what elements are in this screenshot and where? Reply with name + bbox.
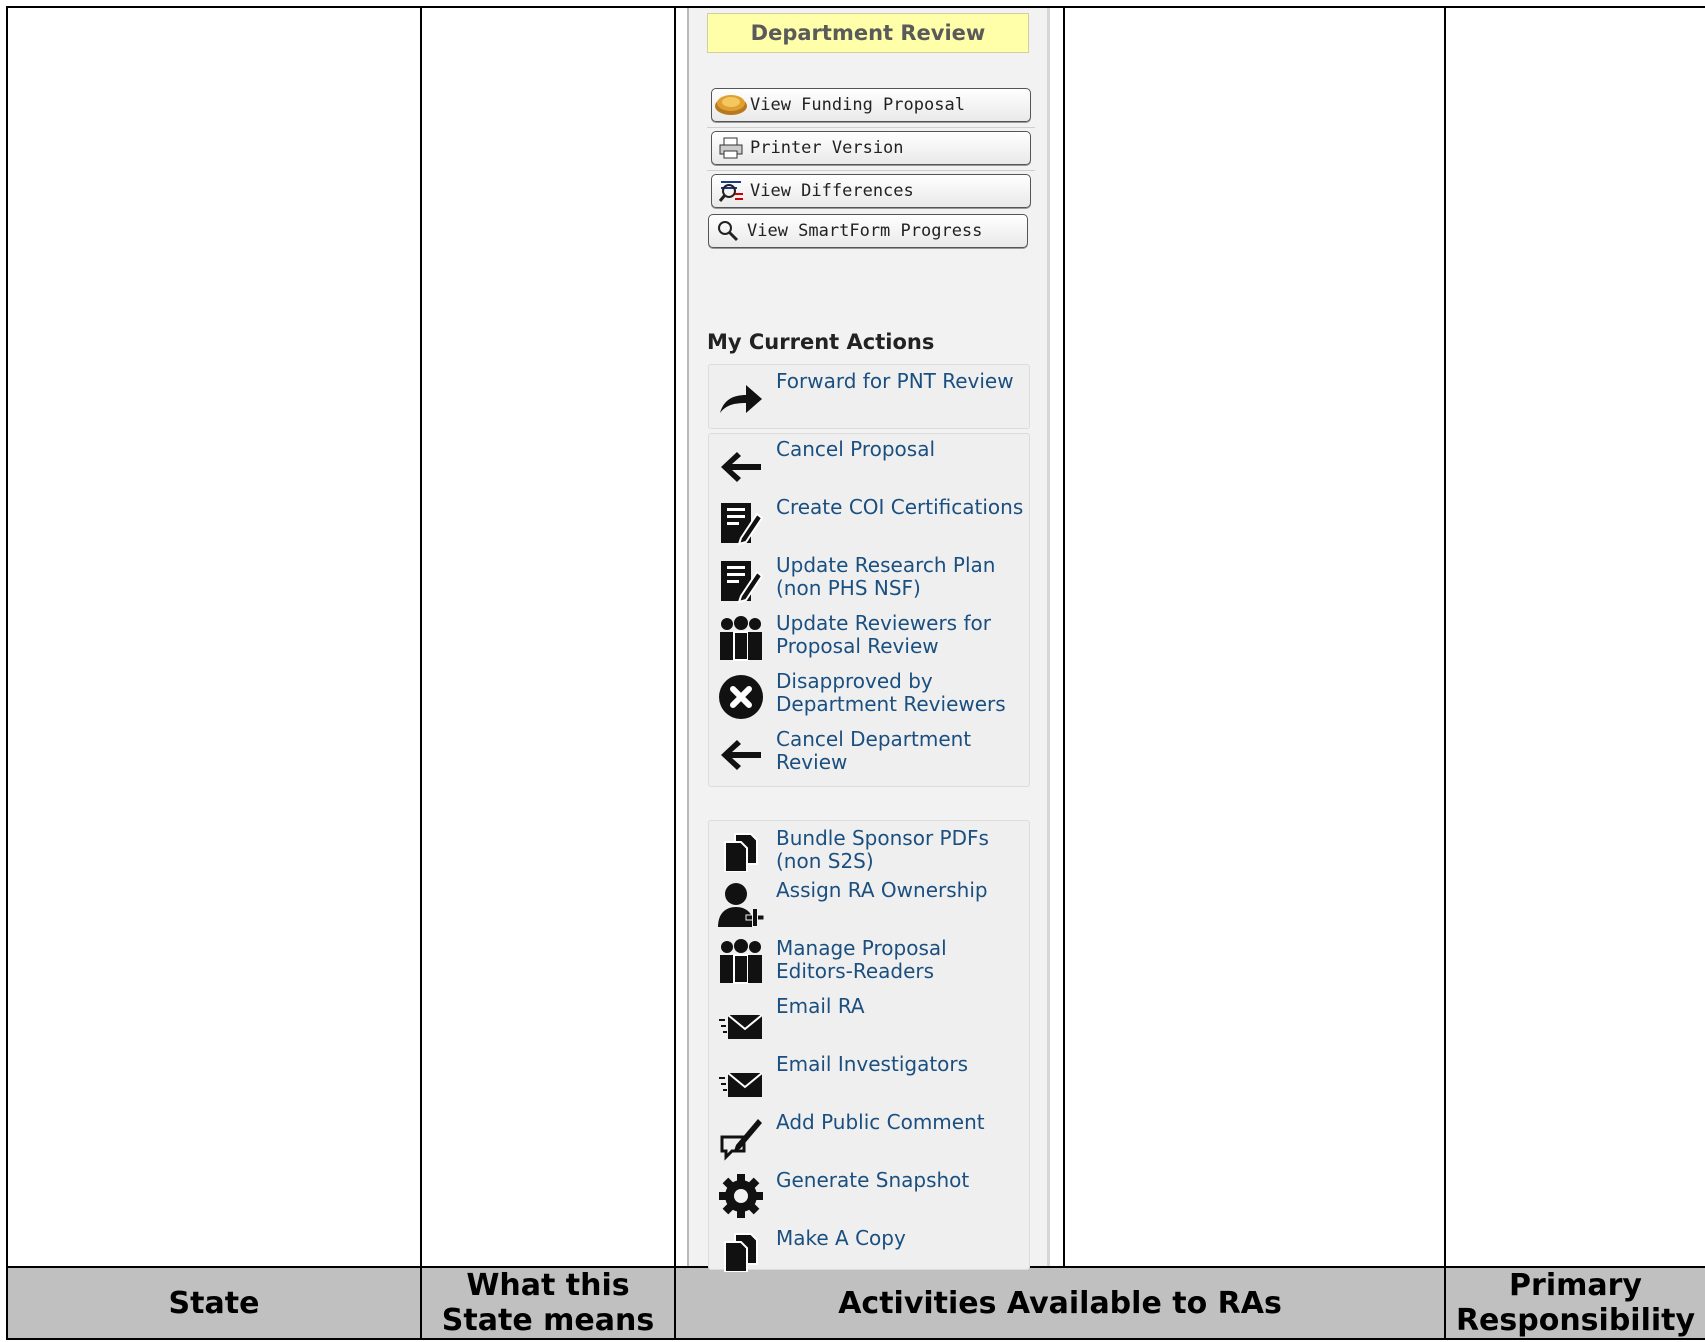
button-label: View Funding Proposal <box>750 95 965 115</box>
back-arrow-icon <box>716 442 766 492</box>
column-divider <box>1063 6 1065 1268</box>
header-activities: Activities Available to RAs <box>838 1285 1282 1321</box>
action-label: Manage Proposal Editors-Readers <box>776 936 947 983</box>
view-differences-button[interactable]: View Differences <box>711 174 1031 208</box>
view-funding-proposal-button[interactable]: View Funding Proposal <box>711 88 1031 122</box>
back-arrow-icon <box>716 730 766 780</box>
action-create-coi-certifications[interactable]: Create COI Certifications <box>708 494 1030 550</box>
action-label: Email Investigators <box>776 1052 969 1076</box>
action-assign-ra-ownership[interactable]: Assign RA Ownership <box>708 877 1030 929</box>
divider <box>707 170 1035 171</box>
action-update-reviewers[interactable]: Update Reviewers for Proposal Review <box>708 610 1030 666</box>
table-bottom-border <box>6 1338 1705 1340</box>
action-label: Disapproved by Department Reviewers <box>776 669 1006 716</box>
add-user-icon <box>716 881 766 931</box>
column-divider <box>420 6 422 1340</box>
form-edit-icon <box>716 498 766 548</box>
button-label: Printer Version <box>750 138 904 158</box>
documents-icon <box>716 1227 766 1277</box>
action-label: Email RA <box>776 994 865 1018</box>
action-update-research-plan[interactable]: Update Research Plan (non PHS NSF) <box>708 552 1030 608</box>
gear-icon <box>716 1171 766 1221</box>
panel-edge <box>1047 8 1050 1266</box>
action-label: Update Reviewers for Proposal Review <box>776 611 991 658</box>
people-group-icon <box>716 614 766 664</box>
action-label: Bundle Sponsor PDFs (non S2S) <box>776 826 989 873</box>
action-email-ra[interactable]: Email RA <box>708 993 1030 1049</box>
button-label: View Differences <box>750 181 914 201</box>
action-add-public-comment[interactable]: Add Public Comment <box>708 1109 1030 1165</box>
header-primary-responsibility: Primary Responsibility <box>1455 1268 1696 1338</box>
form-edit-icon <box>716 556 766 606</box>
differences-icon <box>712 179 750 203</box>
state-title: Department Review <box>707 13 1029 53</box>
view-smartform-progress-button[interactable]: View SmartForm Progress <box>708 214 1028 248</box>
action-label: Cancel Department Review <box>776 727 972 774</box>
action-make-a-copy[interactable]: Make A Copy <box>708 1225 1030 1272</box>
magnifier-icon <box>709 219 747 243</box>
action-label: Assign RA Ownership <box>776 878 988 902</box>
printer-version-button[interactable]: Printer Version <box>711 131 1031 165</box>
email-icon <box>716 1059 766 1109</box>
email-icon <box>716 1001 766 1051</box>
header-what-means: What this State means <box>441 1268 655 1338</box>
action-generate-snapshot[interactable]: Generate Snapshot <box>708 1167 1030 1223</box>
action-label: Cancel Proposal <box>776 437 936 461</box>
action-cancel-department-review[interactable]: Cancel Department Review <box>708 726 1030 782</box>
documents-icon <box>716 827 766 877</box>
column-divider <box>1444 6 1446 1340</box>
header-state: State <box>168 1285 260 1321</box>
action-label: Create COI Certifications <box>776 495 1024 519</box>
action-email-investigators[interactable]: Email Investigators <box>708 1051 1030 1107</box>
column-divider <box>674 6 676 1340</box>
forward-arrow-icon <box>716 374 766 424</box>
action-label: Generate Snapshot <box>776 1168 970 1192</box>
action-label: Make A Copy <box>776 1226 906 1250</box>
action-manage-proposal-editors-readers[interactable]: Manage Proposal Editors-Readers <box>708 935 1030 991</box>
table-left-border <box>6 6 8 1340</box>
action-disapproved-by-department-reviewers[interactable]: Disapproved by Department Reviewers <box>708 668 1030 724</box>
action-label: Forward for PNT Review <box>776 369 1014 393</box>
x-circle-icon <box>716 672 766 722</box>
action-cancel-proposal[interactable]: Cancel Proposal <box>708 436 1030 492</box>
action-label: Update Research Plan (non PHS NSF) <box>776 553 996 600</box>
action-label: Add Public Comment <box>776 1110 985 1134</box>
action-bundle-sponsor-pdfs[interactable]: Bundle Sponsor PDFs (non S2S) <box>708 825 1030 877</box>
divider <box>707 127 1035 128</box>
button-label: View SmartForm Progress <box>747 221 983 241</box>
people-group-icon <box>716 937 766 987</box>
action-forward-for-pnt-review[interactable]: Forward for PNT Review <box>708 368 1030 424</box>
comment-pen-icon <box>716 1113 766 1163</box>
printer-icon <box>712 137 750 159</box>
coins-icon <box>712 92 750 118</box>
my-current-actions-title: My Current Actions <box>707 330 935 354</box>
